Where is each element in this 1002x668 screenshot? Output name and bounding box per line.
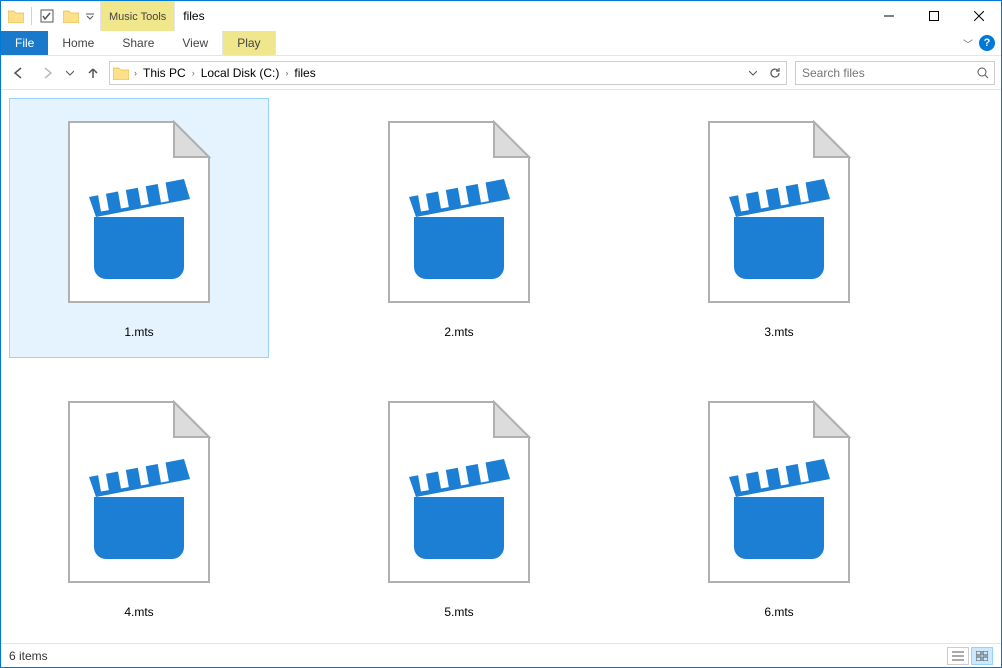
back-button[interactable] — [7, 61, 31, 85]
thumbnails-view-icon[interactable] — [971, 647, 993, 665]
chevron-right-icon[interactable]: › — [190, 68, 197, 78]
spacer — [276, 31, 963, 55]
qat-folder-icon[interactable] — [5, 5, 27, 27]
video-file-icon — [689, 385, 869, 599]
maximize-button[interactable] — [911, 1, 956, 30]
up-button[interactable] — [81, 61, 105, 85]
qat-new-folder-icon[interactable] — [60, 5, 82, 27]
file-list[interactable]: 1.mts 2.mts 3.mts 4.mts 5.mts 6.mts — [1, 90, 1001, 643]
file-name: 6.mts — [764, 605, 793, 619]
title-bar: Music Tools files — [1, 1, 1001, 31]
address-dropdown-icon[interactable] — [742, 62, 764, 84]
status-bar: 6 items — [1, 643, 1001, 667]
video-file-icon — [369, 385, 549, 599]
file-item[interactable]: 2.mts — [329, 98, 589, 358]
share-tab[interactable]: Share — [108, 31, 168, 55]
play-tab[interactable]: Play — [222, 31, 275, 55]
close-button[interactable] — [956, 1, 1001, 30]
breadcrumb-local-disk[interactable]: Local Disk (C:) — [197, 62, 284, 84]
file-name: 1.mts — [124, 325, 153, 339]
file-grid: 1.mts 2.mts 3.mts 4.mts 5.mts 6.mts — [9, 98, 1001, 643]
navigation-bar: › This PC › Local Disk (C:) › files — [1, 56, 1001, 90]
search-icon[interactable] — [972, 67, 994, 79]
file-tab[interactable]: File — [1, 31, 48, 55]
file-name: 2.mts — [444, 325, 473, 339]
search-box[interactable] — [795, 61, 995, 85]
recent-dropdown-icon[interactable] — [63, 61, 77, 85]
breadcrumb-this-pc[interactable]: This PC — [139, 62, 190, 84]
collapse-ribbon-icon[interactable]: ﹀ — [963, 36, 973, 51]
forward-button[interactable] — [35, 61, 59, 85]
file-item[interactable]: 1.mts — [9, 98, 269, 358]
spacer — [213, 1, 866, 31]
address-bar[interactable]: › This PC › Local Disk (C:) › files — [109, 61, 787, 85]
file-item[interactable]: 3.mts — [649, 98, 909, 358]
ribbon-tabs: File Home Share View Play ﹀ ? — [1, 31, 1001, 56]
file-item[interactable]: 6.mts — [649, 378, 909, 638]
explorer-window: Music Tools files File Home Share View P… — [0, 0, 1002, 668]
video-file-icon — [689, 105, 869, 319]
file-item[interactable]: 5.mts — [329, 378, 589, 638]
minimize-button[interactable] — [866, 1, 911, 30]
separator — [31, 7, 32, 25]
file-name: 4.mts — [124, 605, 153, 619]
chevron-right-icon[interactable]: › — [283, 68, 290, 78]
window-title: files — [175, 1, 212, 31]
video-file-icon — [49, 105, 229, 319]
qat-dropdown-icon[interactable] — [84, 5, 96, 27]
help-icon[interactable]: ? — [979, 35, 995, 51]
video-file-icon — [369, 105, 549, 319]
status-item-count: 6 items — [9, 649, 48, 663]
view-tab[interactable]: View — [168, 31, 222, 55]
window-controls — [866, 1, 1001, 31]
file-item[interactable]: 4.mts — [9, 378, 269, 638]
details-view-icon[interactable] — [947, 647, 969, 665]
qat-properties-icon[interactable] — [36, 5, 58, 27]
chevron-right-icon[interactable]: › — [132, 68, 139, 78]
file-name: 3.mts — [764, 325, 793, 339]
address-folder-icon[interactable] — [110, 66, 132, 80]
ribbon-right: ﹀ ? — [963, 31, 1001, 55]
view-mode-buttons — [947, 647, 993, 665]
home-tab[interactable]: Home — [48, 31, 108, 55]
refresh-icon[interactable] — [764, 62, 786, 84]
breadcrumb-files[interactable]: files — [290, 62, 319, 84]
quick-access-toolbar — [1, 1, 100, 31]
file-name: 5.mts — [444, 605, 473, 619]
contextual-tools-tab[interactable]: Music Tools — [100, 1, 175, 31]
search-input[interactable] — [796, 66, 972, 80]
video-file-icon — [49, 385, 229, 599]
